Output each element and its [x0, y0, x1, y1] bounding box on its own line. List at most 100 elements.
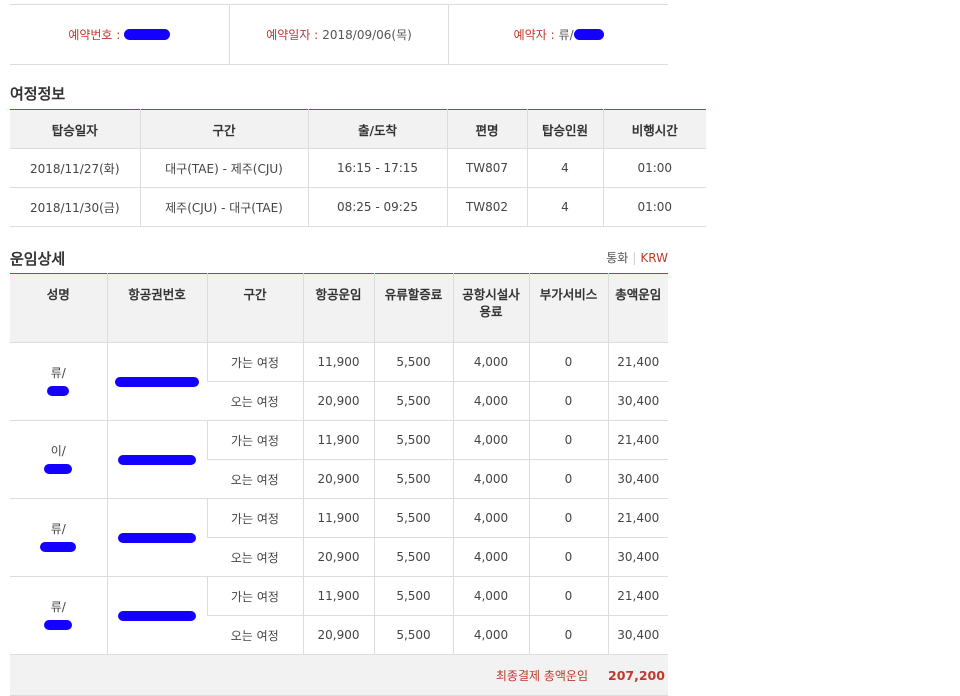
table-row: 이/가는 여정 11,900 5,500 4,000 0 21,400	[10, 420, 668, 499]
passenger-name-cell: 이/	[10, 420, 107, 499]
passenger-name: 류/	[50, 521, 66, 536]
passenger-name-cell: 류/	[10, 576, 107, 655]
airport-fee: 4,000	[452, 576, 529, 616]
reservation-date-cell: 예약일자 : 2018/09/06(목)	[228, 5, 449, 64]
fuel-surcharge: 5,500	[373, 576, 453, 616]
fuel-surcharge: 5,500	[373, 420, 453, 460]
air-fare: 11,900	[302, 342, 374, 382]
extra-service: 0	[528, 615, 608, 655]
redacted-passenger-name	[47, 386, 70, 396]
passenger-count: 4	[526, 148, 603, 188]
col-header: 공항시설사용료	[452, 273, 529, 343]
extra-service: 0	[528, 381, 608, 421]
air-fare: 11,900	[302, 420, 374, 460]
air-fare: 20,900	[302, 459, 374, 499]
col-header: 성명	[10, 273, 107, 343]
segment: 오는 여정	[207, 381, 303, 421]
reservation-date-value: 2018/09/06(목)	[322, 28, 412, 42]
ticket-number-cell	[106, 498, 207, 577]
segment: 오는 여정	[207, 615, 303, 655]
segment: 오는 여정	[207, 459, 303, 499]
col-header: 비행시간	[602, 109, 706, 149]
total-fare: 30,400	[607, 459, 668, 499]
table-row: 2018/11/27(화) 대구(TAE) - 제주(CJU) 16:15 - …	[10, 148, 706, 188]
passenger-count: 4	[526, 187, 603, 227]
air-fare: 11,900	[302, 576, 374, 616]
redacted-passenger-name	[40, 542, 77, 552]
airport-fee: 4,000	[452, 381, 529, 421]
fare-body: 류/가는 여정 11,900 5,500 4,000 0 21,400 오는 여정 20,90…	[10, 342, 668, 655]
col-header: 탑승일자	[10, 109, 140, 149]
ticket-number-cell	[106, 576, 207, 655]
col-header: 부가서비스	[528, 273, 608, 343]
itinerary-table: 탑승일자 구간 출/도착 편명 탑승인원 비행시간 2018/11/27(화) …	[10, 109, 706, 227]
passenger-name-cell: 류/	[10, 498, 107, 577]
passenger-name: 류/	[50, 599, 66, 614]
total-fare: 30,400	[607, 381, 668, 421]
dep-arr-time: 16:15 - 17:15	[307, 148, 447, 188]
divider: |	[632, 251, 637, 265]
col-header: 출/도착	[307, 109, 447, 149]
col-header: 항공권번호	[106, 273, 207, 343]
reservation-summary: 예약번호 : 예약일자 : 2018/09/06(목) 예약자 : 류/	[10, 4, 668, 65]
total-fare: 21,400	[607, 420, 668, 460]
redacted-ticket-number	[118, 611, 196, 621]
air-fare: 20,900	[302, 381, 374, 421]
total-fare: 30,400	[607, 537, 668, 577]
col-header: 항공운임	[302, 273, 374, 343]
airport-fee: 4,000	[452, 459, 529, 499]
extra-service: 0	[528, 342, 608, 382]
extra-service: 0	[528, 459, 608, 499]
fare-table: 성명 항공권번호 구간 항공운임 유류할증료 공항시설사용료 부가서비스 총액운…	[10, 273, 668, 696]
table-row: 류/가는 여정 11,900 5,500 4,000 0 21,400	[10, 498, 668, 577]
itinerary-title: 여정정보	[10, 85, 66, 103]
air-fare: 20,900	[302, 615, 374, 655]
route: 제주(CJU) - 대구(TAE)	[139, 187, 308, 227]
segment: 가는 여정	[206, 576, 303, 616]
fuel-surcharge: 5,500	[373, 498, 453, 538]
redacted-booker-name	[573, 29, 604, 40]
segment: 가는 여정	[206, 498, 303, 538]
col-header: 구간	[139, 109, 308, 149]
passenger-name: 이/	[50, 443, 66, 458]
booker-label: 예약자 :	[513, 28, 555, 42]
flight-duration: 01:00	[602, 187, 706, 227]
total-fare: 21,400	[607, 576, 668, 616]
extra-service: 0	[528, 576, 608, 616]
ticket-number-cell	[106, 420, 207, 499]
fare-header-row: 성명 항공권번호 구간 항공운임 유류할증료 공항시설사용료 부가서비스 총액운…	[10, 273, 668, 343]
air-fare: 20,900	[302, 537, 374, 577]
table-row: 2018/11/30(금) 제주(CJU) - 대구(TAE) 08:25 - …	[10, 187, 706, 227]
fuel-surcharge: 5,500	[373, 459, 453, 499]
booker-value: 류/	[558, 28, 574, 42]
fuel-surcharge: 5,500	[373, 615, 453, 655]
fuel-surcharge: 5,500	[373, 342, 453, 382]
reservation-number-cell: 예약번호 :	[10, 5, 229, 64]
redacted-reservation-number	[124, 29, 171, 40]
col-header: 유류할증료	[373, 273, 453, 343]
extra-service: 0	[528, 498, 608, 538]
airport-fee: 4,000	[452, 498, 529, 538]
redacted-ticket-number	[118, 533, 196, 543]
col-header: 편명	[446, 109, 527, 149]
currency-value: KRW	[640, 251, 668, 265]
total-fare: 21,400	[607, 342, 668, 382]
route: 대구(TAE) - 제주(CJU)	[139, 148, 308, 188]
redacted-ticket-number	[115, 377, 199, 387]
segment: 가는 여정	[206, 342, 303, 382]
airport-fee: 4,000	[452, 420, 529, 460]
flight-number: TW807	[446, 148, 527, 188]
flight-duration: 01:00	[602, 148, 706, 188]
dep-arr-time: 08:25 - 09:25	[307, 187, 447, 227]
segment: 가는 여정	[206, 420, 303, 460]
reservation-number-label: 예약번호 :	[68, 28, 121, 42]
boarding-date: 2018/11/30(금)	[10, 187, 140, 227]
ticket-number-cell	[106, 342, 207, 421]
total-value: 207,200	[608, 654, 668, 696]
redacted-ticket-number	[118, 455, 196, 465]
fuel-surcharge: 5,500	[373, 537, 453, 577]
flight-number: TW802	[446, 187, 527, 227]
table-row: 류/가는 여정 11,900 5,500 4,000 0 21,400	[10, 576, 668, 655]
total-fare: 30,400	[607, 615, 668, 655]
airport-fee: 4,000	[452, 537, 529, 577]
